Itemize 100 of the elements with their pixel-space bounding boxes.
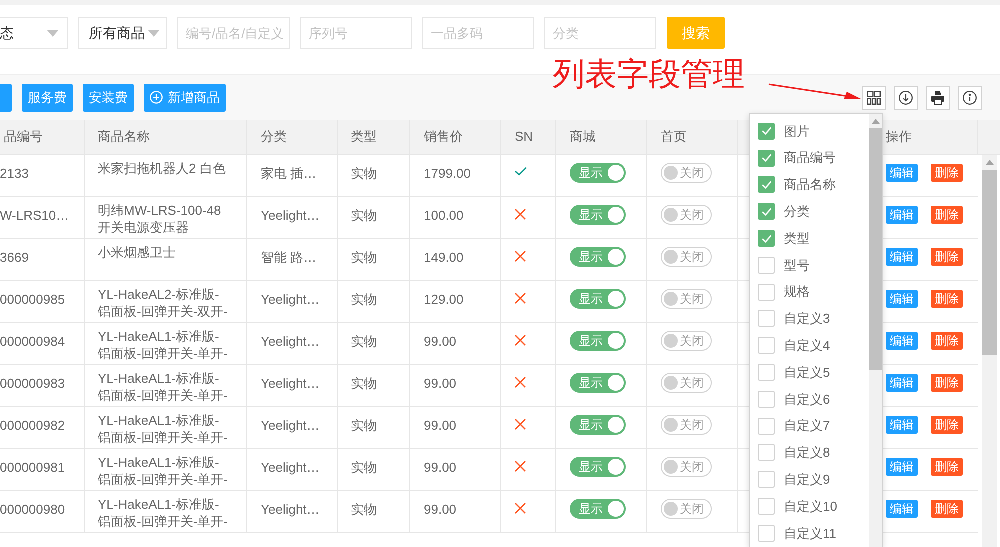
toggle-switch[interactable]: 显示 — [570, 373, 626, 393]
toggle-switch[interactable]: 关闭 — [661, 415, 712, 435]
toggle-switch[interactable]: 显示 — [570, 163, 626, 183]
checkbox[interactable] — [758, 150, 775, 167]
toggle-switch[interactable]: 关闭 — [661, 499, 712, 519]
toolbar-icon-button[interactable] — [926, 86, 950, 110]
toggle-switch[interactable]: 关闭 — [661, 457, 712, 477]
edit-button[interactable]: 编辑 — [886, 500, 918, 518]
checkmark-icon — [762, 208, 772, 216]
checkbox[interactable] — [758, 256, 775, 274]
product-name: YL-HakeAL1-标准版- 铝面板-回弹开关-单开- — [98, 412, 228, 446]
delete-button[interactable]: 删除 — [931, 248, 963, 266]
checkbox[interactable] — [758, 524, 775, 542]
search-field[interactable]: 一品多码 — [422, 17, 534, 49]
price-text: 100.00 — [424, 208, 464, 223]
switch-knob-icon — [664, 292, 678, 306]
checkmark-icon — [762, 180, 772, 189]
product-name: 明纬MW-LRS-100-48 开关电源变压器 — [98, 202, 222, 236]
checkbox[interactable] — [758, 176, 775, 194]
delete-button[interactable]: 删除 — [931, 164, 963, 182]
switch-knob-icon — [608, 207, 624, 223]
checkbox[interactable] — [758, 122, 775, 140]
search-field[interactable]: 分类 — [544, 17, 656, 49]
product-code: 000000985 — [0, 292, 66, 307]
switch-knob-icon — [608, 417, 624, 433]
checkbox[interactable] — [758, 418, 775, 435]
scrollbar[interactable] — [869, 114, 882, 547]
toggle-switch[interactable]: 显示 — [570, 205, 626, 225]
toggle-switch[interactable]: 显示 — [570, 289, 626, 309]
toggle-switch[interactable]: 显示 — [570, 331, 626, 351]
toggle-switch[interactable]: 关闭 — [661, 373, 712, 393]
toolbar-icon-button[interactable] — [862, 86, 886, 110]
delete-button[interactable]: 删除 — [931, 206, 963, 224]
toggle-switch[interactable]: 显示 — [570, 499, 626, 519]
toolbar-button[interactable] — [0, 84, 12, 112]
product-name: YL-HakeAL1-标准版- 铝面板-回弹开关-单开- — [98, 328, 228, 362]
toggle-switch[interactable]: 关闭 — [661, 205, 712, 225]
delete-button[interactable]: 删除 — [931, 374, 963, 392]
checkbox[interactable] — [758, 498, 775, 516]
dropdown-select[interactable]: 所有商品 — [78, 17, 167, 49]
toolbar-button[interactable]: 服务费 — [22, 84, 73, 112]
search-field[interactable]: 序列号 — [300, 17, 412, 49]
delete-button[interactable]: 删除 — [931, 332, 963, 350]
type-text: 实物 — [351, 208, 377, 223]
product-name: YL-HakeAL2-标准版- 铝面板-回弹开关-双开- — [98, 286, 228, 320]
switch-knob-icon — [664, 502, 678, 516]
edit-button[interactable]: 编辑 — [886, 164, 918, 182]
switch-knob-icon — [664, 376, 678, 390]
switch-knob-icon — [664, 334, 678, 348]
product-name: 米家扫拖机器人2 白色 — [98, 160, 226, 177]
delete-button[interactable]: 删除 — [931, 500, 963, 518]
edit-button[interactable]: 编辑 — [886, 458, 918, 476]
scrollbar-thumb[interactable] — [869, 128, 882, 370]
checkbox[interactable] — [758, 284, 775, 301]
toggle-switch[interactable]: 关闭 — [661, 289, 712, 309]
switch-knob-icon — [608, 165, 624, 181]
toggle-switch[interactable]: 显示 — [570, 247, 626, 267]
edit-button[interactable]: 编辑 — [886, 248, 918, 266]
column-header: 品编号 — [4, 128, 43, 146]
checkbox[interactable] — [758, 364, 775, 382]
add-product-button[interactable]: 新增商品 — [144, 84, 226, 112]
price-text: 99.00 — [424, 460, 457, 475]
switch-knob-icon — [664, 250, 678, 264]
price-text: 149.00 — [424, 250, 464, 265]
delete-button[interactable]: 删除 — [931, 458, 963, 476]
search-button[interactable]: 搜索 — [667, 17, 725, 49]
toggle-switch[interactable]: 显示 — [570, 457, 626, 477]
delete-button[interactable]: 删除 — [931, 290, 963, 308]
column-header: SN — [515, 128, 534, 146]
scrollbar[interactable] — [982, 155, 997, 547]
search-field[interactable]: 编号/品名/自定义 — [177, 17, 290, 49]
edit-button[interactable]: 编辑 — [886, 374, 918, 392]
checkbox[interactable] — [758, 444, 775, 462]
toggle-switch[interactable]: 关闭 — [661, 331, 712, 351]
column-header: 类型 — [351, 128, 377, 146]
checkbox[interactable] — [758, 471, 775, 488]
checkbox[interactable] — [758, 337, 775, 354]
edit-button[interactable]: 编辑 — [886, 206, 918, 224]
toggle-switch[interactable]: 关闭 — [661, 163, 712, 183]
checkbox[interactable] — [758, 390, 775, 408]
edit-button[interactable]: 编辑 — [886, 332, 918, 350]
category-text: 智能 路… — [261, 250, 317, 265]
dropdown-select[interactable]: 态 — [0, 17, 68, 49]
checkbox[interactable] — [758, 203, 775, 220]
column-option-label: 自定义4 — [784, 337, 830, 356]
checkbox[interactable] — [758, 310, 775, 328]
toggle-switch[interactable]: 关闭 — [661, 247, 712, 267]
scrollbar-thumb[interactable] — [982, 170, 997, 355]
toggle-switch[interactable]: 显示 — [570, 415, 626, 435]
toolbar-icon-button[interactable] — [958, 86, 982, 110]
edit-button[interactable]: 编辑 — [886, 290, 918, 308]
type-text: 实物 — [351, 292, 377, 307]
column-option-label: 自定义5 — [784, 364, 830, 382]
delete-button[interactable]: 删除 — [931, 416, 963, 434]
toolbar-icon-button[interactable] — [894, 86, 918, 110]
type-text: 实物 — [351, 250, 377, 265]
price-text: 99.00 — [424, 502, 457, 517]
toolbar-button[interactable]: 安装费 — [83, 84, 134, 112]
edit-button[interactable]: 编辑 — [886, 416, 918, 434]
checkbox[interactable] — [758, 230, 775, 248]
